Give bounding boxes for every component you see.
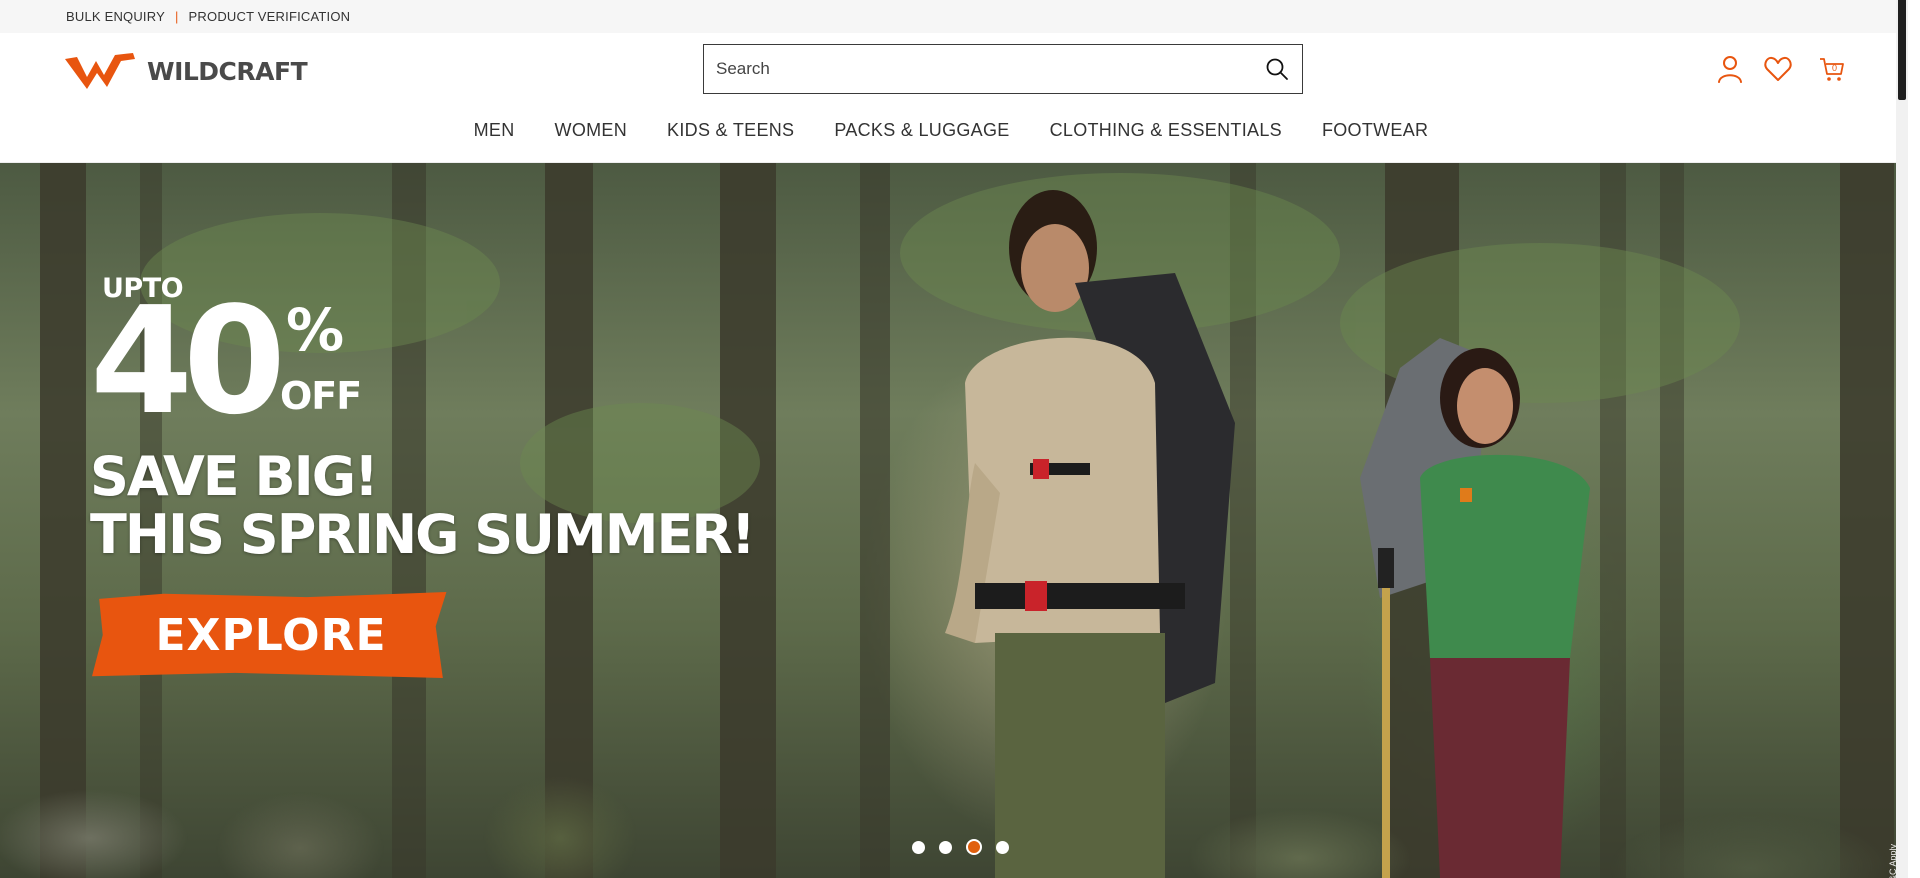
search-box <box>703 44 1303 94</box>
carousel-dot-3[interactable] <box>966 839 982 855</box>
product-verification-link[interactable]: PRODUCT VERIFICATION <box>189 9 351 24</box>
carousel-dot-4[interactable] <box>996 840 1009 854</box>
hero-text: UPTO 40 % OFF SAVE BIG! THIS SPRING SUMM… <box>90 273 756 678</box>
account-button[interactable] <box>1716 55 1744 83</box>
cart-count: 0 <box>1832 63 1837 73</box>
page-scrollbar[interactable] <box>1896 0 1908 878</box>
hero-banner[interactable]: UPTO 40 % OFF SAVE BIG! THIS SPRING SUMM… <box>0 163 1908 878</box>
hero-headline: SAVE BIG! THIS SPRING SUMMER! <box>90 445 756 566</box>
hero-discount: 40 % OFF <box>90 287 754 435</box>
header: WILDCRAFT Search 0 <box>0 33 1908 105</box>
page: BULK ENQUIRY | PRODUCT VERIFICATION WILD… <box>0 0 1908 878</box>
nav-item-footwear[interactable]: FOOTWEAR <box>1322 120 1428 147</box>
carousel-dot-1[interactable] <box>912 840 925 854</box>
nav-item-packs-luggage[interactable]: PACKS & LUGGAGE <box>834 120 1009 147</box>
heart-icon <box>1764 56 1792 81</box>
brand-name: WILDCRAFT <box>147 56 308 86</box>
explore-button[interactable]: EXPLORE <box>92 592 447 678</box>
nav-item-women[interactable]: WOMEN <box>555 120 628 147</box>
hiker-woman-image <box>1360 338 1590 878</box>
header-icons: 0 <box>1696 55 1846 83</box>
bulk-enquiry-link[interactable]: BULK ENQUIRY <box>66 9 165 24</box>
carousel-dots <box>905 839 1016 855</box>
hero-headline-line2: THIS SPRING SUMMER! <box>90 503 756 566</box>
nav-item-clothing-essentials[interactable]: CLOTHING & ESSENTIALS <box>1050 120 1282 147</box>
logo[interactable]: WILDCRAFT <box>63 51 308 91</box>
hero-percent-sign: % <box>286 296 345 364</box>
hero-off-label: OFF <box>280 374 362 418</box>
utility-separator: | <box>174 9 179 24</box>
wishlist-button[interactable] <box>1764 55 1792 83</box>
search-input[interactable] <box>704 45 1252 93</box>
search-button[interactable] <box>1252 45 1302 93</box>
nav-item-men[interactable]: MEN <box>474 120 515 147</box>
wildcraft-logo-mark <box>65 53 135 89</box>
main-nav: MEN WOMEN KIDS & TEENS PACKS & LUGGAGE C… <box>0 105 1908 163</box>
hero-headline-line1: SAVE BIG! <box>90 445 379 508</box>
carousel-dot-2[interactable] <box>939 840 952 854</box>
search-icon <box>1266 58 1288 80</box>
user-icon <box>1718 56 1742 83</box>
hero-discount-value: 40 <box>90 275 286 447</box>
hiker-man-image <box>945 190 1235 878</box>
cart-icon: 0 <box>1820 58 1844 81</box>
utility-bar: BULK ENQUIRY | PRODUCT VERIFICATION <box>0 0 1908 33</box>
scrollbar-thumb[interactable] <box>1898 0 1906 100</box>
cart-button[interactable]: 0 <box>1818 55 1846 83</box>
nav-item-kids-teens[interactable]: KIDS & TEENS <box>667 120 794 147</box>
